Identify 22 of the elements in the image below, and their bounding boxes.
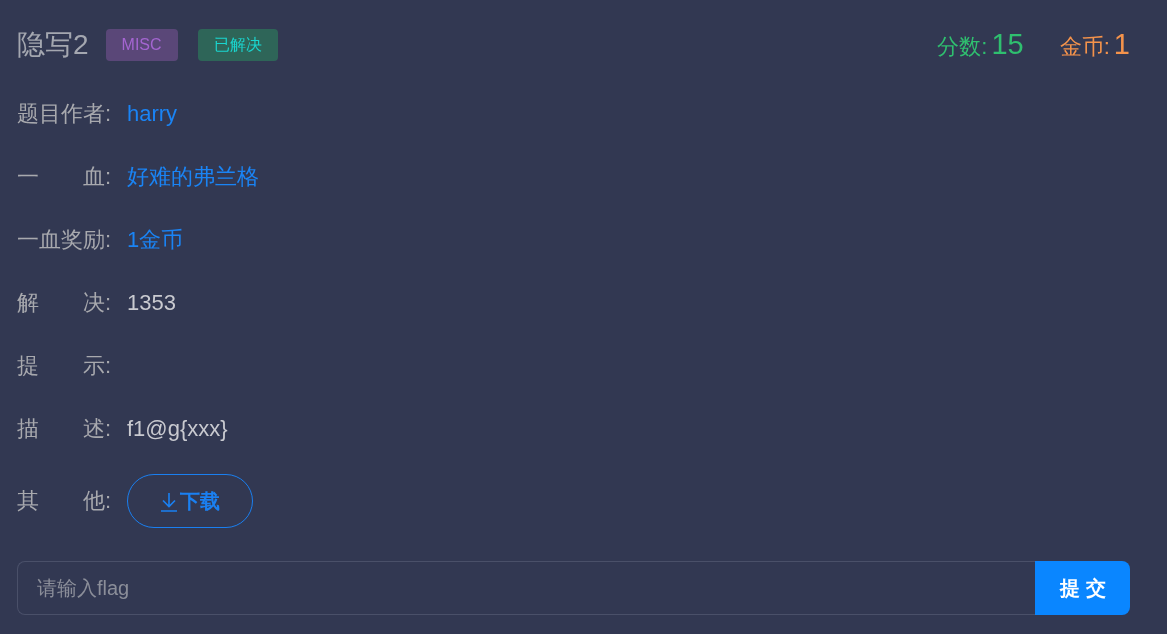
stat-value: 15 <box>991 28 1024 61</box>
category-tag: MISC <box>105 29 178 61</box>
field-label: 提 示: <box>17 352 113 380</box>
challenge-title: 隐写2 <box>17 28 89 62</box>
download-icon <box>160 492 178 512</box>
field-value: 1353 <box>127 290 176 316</box>
status-tag: 已解决 <box>197 29 278 61</box>
field-label: 一 血: <box>17 163 113 191</box>
field-link[interactable]: harry <box>127 101 178 127</box>
stat-label: 金币: <box>1059 33 1110 61</box>
stat-label: 分数: <box>937 33 988 61</box>
submit-button[interactable]: 提交 <box>1035 561 1130 615</box>
flag-input[interactable]: 请输入flag <box>17 561 1035 615</box>
field-label: 题目作者: <box>17 100 113 128</box>
field-label: 其 他: <box>17 487 113 515</box>
field-link[interactable]: 1金币 <box>127 225 184 255</box>
field-label: 描 述: <box>17 415 113 443</box>
field-label: 解 决: <box>17 289 113 317</box>
field-value: f1@g{xxx} <box>127 416 228 442</box>
field-label: 一血奖励: <box>17 226 113 254</box>
field-link[interactable]: 好难的弗兰格 <box>127 162 259 192</box>
stat-value: 1 <box>1113 28 1130 61</box>
